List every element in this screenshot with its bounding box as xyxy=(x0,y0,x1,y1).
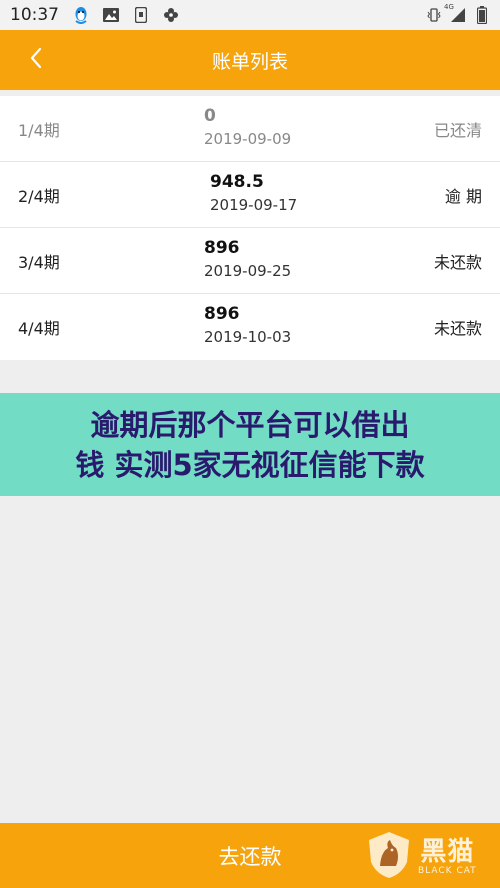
network-label: 4G xyxy=(444,3,454,11)
bill-period: 1/4期 xyxy=(18,121,60,140)
signal-icon: 4G xyxy=(444,3,468,23)
bill-status: 未还款 xyxy=(433,319,482,338)
overlay-line-2: 钱 实测5家无视征信能下款 xyxy=(75,447,425,482)
overlay-banner: 逾期后那个平台可以借出 钱 实测5家无视征信能下款 xyxy=(0,393,500,496)
vibrate-icon xyxy=(426,7,442,23)
bill-amount: 896 xyxy=(204,238,240,258)
repay-button[interactable]: 去还款 xyxy=(0,823,500,888)
qq-penguin-icon xyxy=(73,7,89,24)
bill-period: 4/4期 xyxy=(18,319,60,338)
back-button[interactable] xyxy=(18,42,54,78)
bill-row[interactable]: 1/4期 0 2019-09-09 已还清 xyxy=(0,96,500,162)
bill-period: 3/4期 xyxy=(18,253,60,272)
image-icon xyxy=(103,7,119,23)
notification-icons xyxy=(73,7,179,24)
battery-icon xyxy=(474,6,490,24)
bill-period: 2/4期 xyxy=(18,187,60,206)
flower-icon xyxy=(163,7,179,23)
bill-due-date: 2019-09-09 xyxy=(204,130,292,148)
bill-status: 逾 期 xyxy=(444,187,482,206)
app-header: 账单列表 xyxy=(0,30,500,90)
bill-row[interactable]: 2/4期 948.5 2019-09-17 逾 期 xyxy=(0,162,500,228)
bill-amount: 948.5 xyxy=(210,172,264,192)
bill-due-date: 2019-09-25 xyxy=(204,262,292,280)
bill-row[interactable]: 4/4期 896 2019-10-03 未还款 xyxy=(0,294,500,360)
bill-amount: 0 xyxy=(204,106,216,126)
bill-status: 未还款 xyxy=(433,253,482,272)
phone-icon xyxy=(133,7,149,23)
status-bar: 10:37 4G xyxy=(0,0,500,30)
system-icons: 4G xyxy=(426,3,490,24)
status-time: 10:37 xyxy=(10,5,59,25)
bill-due-date: 2019-09-17 xyxy=(210,196,298,214)
bill-status: 已还清 xyxy=(433,121,482,140)
bill-amount: 896 xyxy=(204,304,240,324)
chevron-left-icon xyxy=(29,47,43,73)
bill-list: 1/4期 0 2019-09-09 已还清 2/4期 948.5 2019-09… xyxy=(0,96,500,360)
overlay-line-1: 逾期后那个平台可以借出 xyxy=(90,407,410,442)
bill-due-date: 2019-10-03 xyxy=(204,328,292,346)
page-title: 账单列表 xyxy=(211,50,288,73)
bill-row[interactable]: 3/4期 896 2019-09-25 未还款 xyxy=(0,228,500,294)
